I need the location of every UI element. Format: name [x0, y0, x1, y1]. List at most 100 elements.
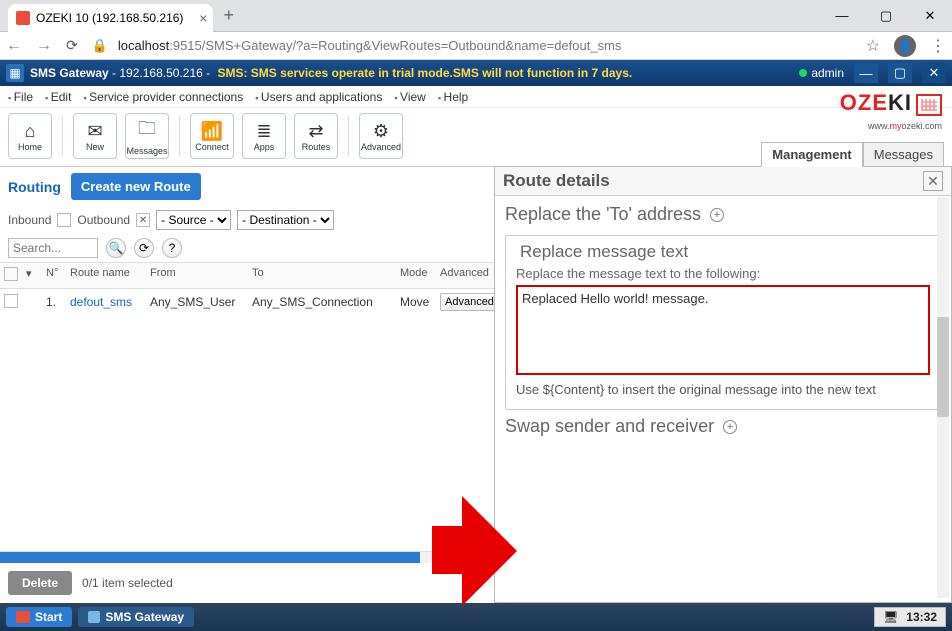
menu-view[interactable]: View: [394, 90, 426, 104]
toolbar-home-label: Home: [18, 142, 42, 152]
toolbar-connect-label: Connect: [195, 142, 229, 152]
minimize-button[interactable]: —: [820, 2, 864, 30]
vertical-scrollbar[interactable]: [937, 197, 949, 598]
search-input[interactable]: [8, 238, 98, 258]
delete-button[interactable]: Delete: [8, 571, 72, 595]
header-minimize-button[interactable]: —: [854, 63, 878, 83]
tab-management[interactable]: Management: [761, 142, 862, 167]
new-icon: ✉: [87, 121, 102, 142]
folder-icon: 🗀: [138, 116, 156, 146]
taskbar-app-button[interactable]: SMS Gateway: [78, 607, 194, 627]
row-advanced-button[interactable]: Advanced: [440, 293, 499, 311]
browser-tab[interactable]: OZEKI 10 (192.168.50.216) ×: [8, 4, 213, 32]
menu-bar: File Edit Service provider connections U…: [0, 86, 952, 108]
row-checkbox[interactable]: [4, 294, 18, 308]
col-from[interactable]: From: [146, 265, 248, 286]
menu-users-apps[interactable]: Users and applications: [255, 90, 382, 104]
table-row[interactable]: 1. defout_sms Any_SMS_User Any_SMS_Conne…: [0, 289, 494, 315]
refresh-button[interactable]: ⟳: [134, 238, 154, 258]
profile-avatar[interactable]: 👤: [894, 35, 916, 57]
destination-select[interactable]: - Destination -: [237, 210, 334, 230]
start-button[interactable]: Start: [6, 607, 72, 627]
logo-url-post: ozeki.com: [901, 121, 942, 131]
toolbar-advanced[interactable]: ⚙Advanced: [359, 113, 403, 159]
browser-navbar: ← → ⟳ 🔒 localhost :9515/SMS+Gateway/?a=R…: [0, 32, 952, 60]
header-maximize-button[interactable]: ▢: [888, 63, 912, 83]
kebab-menu-icon[interactable]: ⋮: [930, 36, 946, 56]
home-icon: ⌂: [25, 121, 36, 142]
content-hint: Use ${Content} to insert the original me…: [516, 382, 930, 399]
toolbar-apps-label: Apps: [254, 142, 275, 152]
search-button[interactable]: 🔍: [106, 238, 126, 258]
create-route-button[interactable]: Create new Route: [71, 173, 201, 200]
tab-title: OZEKI 10 (192.168.50.216): [36, 11, 183, 25]
scrollbar-thumb[interactable]: [0, 552, 420, 563]
close-window-button[interactable]: ✕: [908, 2, 952, 30]
col-name[interactable]: Route name: [66, 265, 146, 286]
vscroll-thumb[interactable]: [937, 317, 949, 417]
inbound-checkbox[interactable]: [57, 213, 71, 227]
col-mode[interactable]: Mode: [396, 265, 436, 286]
col-adv[interactable]: Advanced: [436, 265, 492, 286]
tab-favicon: [16, 11, 30, 25]
app-ip: 192.168.50.216: [119, 66, 202, 80]
toolbar-new[interactable]: ✉New: [73, 113, 117, 159]
toolbar-home[interactable]: ⌂Home: [8, 113, 52, 159]
forward-button[interactable]: →: [36, 37, 52, 55]
star-icon[interactable]: ☆: [866, 36, 880, 56]
browser-titlebar: OZEKI 10 (192.168.50.216) × + — ▢ ✕: [0, 0, 952, 32]
new-tab-button[interactable]: +: [223, 5, 234, 26]
swap-section[interactable]: Swap sender and receiver +: [505, 410, 941, 443]
logo-black: KI: [888, 90, 912, 115]
maximize-button[interactable]: ▢: [864, 2, 908, 30]
antenna-icon: 📶: [201, 121, 223, 142]
outbound-checkbox[interactable]: ✕: [136, 213, 150, 227]
row-name[interactable]: defout_sms: [66, 293, 146, 311]
sort-dropdown[interactable]: ▾: [22, 265, 42, 286]
message-text-input[interactable]: [516, 285, 930, 375]
row-from: Any_SMS_User: [146, 293, 248, 311]
toolbar-messages[interactable]: 🗀Messages: [125, 113, 169, 159]
logo-url-pre: www.: [868, 121, 890, 131]
help-button[interactable]: ?: [162, 238, 182, 258]
toolbar-advanced-label: Advanced: [361, 142, 401, 152]
app-title: SMS Gateway: [30, 66, 109, 80]
horizontal-scrollbar[interactable]: [0, 551, 494, 563]
tab-messages[interactable]: Messages: [863, 142, 944, 167]
routing-heading: Routing: [8, 179, 61, 195]
source-select[interactable]: - Source -: [156, 210, 231, 230]
window-controls: — ▢ ✕: [820, 2, 952, 30]
selection-count: 0/1 item selected: [82, 576, 173, 590]
tray-icon[interactable]: 🖥: [883, 610, 898, 624]
reload-button[interactable]: ⟳: [66, 37, 78, 54]
tab-close-icon[interactable]: ×: [199, 10, 207, 26]
close-panel-button[interactable]: ✕: [923, 171, 943, 191]
swap-label: Swap sender and receiver: [505, 416, 714, 436]
row-mode: Move: [396, 293, 436, 311]
replace-message-label: Replace the message text to the followin…: [516, 266, 930, 281]
menu-file[interactable]: File: [8, 90, 33, 104]
inbound-label: Inbound: [8, 213, 51, 227]
lock-icon: 🔒: [92, 38, 108, 54]
back-button[interactable]: ←: [6, 37, 22, 55]
toolbar-routes[interactable]: ⇄Routes: [294, 113, 338, 159]
expand-icon[interactable]: +: [723, 420, 737, 434]
toolbar-connect[interactable]: 📶Connect: [190, 113, 234, 159]
gear-icon: ⚙: [373, 121, 389, 142]
expand-icon[interactable]: +: [710, 208, 724, 222]
replace-to-section[interactable]: Replace the 'To' address +: [505, 198, 941, 231]
menu-edit[interactable]: Edit: [45, 90, 71, 104]
address-bar[interactable]: 🔒 localhost :9515/SMS+Gateway/?a=Routing…: [92, 38, 852, 54]
taskbar-app-label: SMS Gateway: [105, 610, 184, 624]
status-dot-icon: [799, 69, 807, 77]
col-to[interactable]: To: [248, 265, 396, 286]
header-close-button[interactable]: ✕: [922, 63, 946, 83]
toolbar-apps[interactable]: ≣Apps: [242, 113, 286, 159]
menu-service-provider[interactable]: Service provider connections: [83, 90, 243, 104]
admin-indicator[interactable]: admin: [799, 66, 844, 80]
col-n[interactable]: N°: [42, 265, 66, 286]
logo[interactable]: OZEKI www.myozeki.com: [840, 90, 942, 134]
app-task-icon: [88, 611, 100, 623]
menu-help[interactable]: Help: [438, 90, 468, 104]
select-all-checkbox[interactable]: [4, 267, 18, 281]
